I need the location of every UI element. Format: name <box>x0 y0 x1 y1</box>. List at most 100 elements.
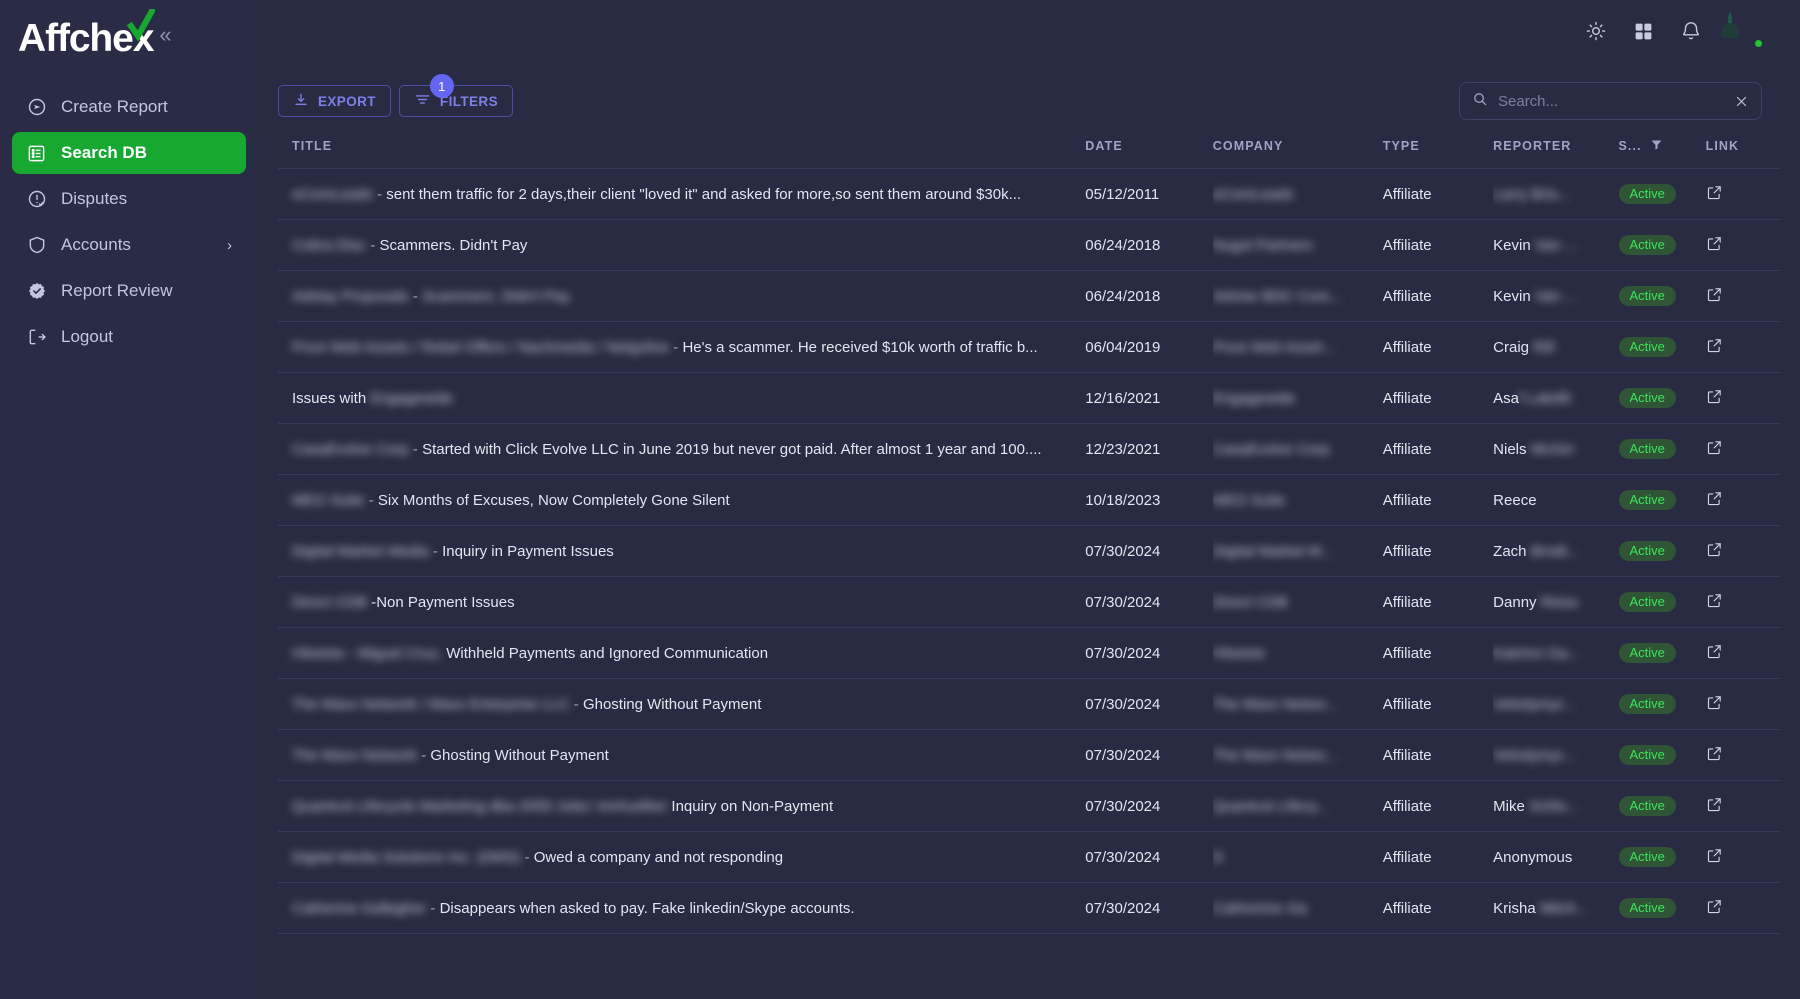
table-row[interactable]: The Maxx Network - Ghosting Without Paym… <box>278 729 1780 781</box>
cell-link[interactable] <box>1706 169 1780 220</box>
cell-title[interactable]: eComLeads - sent them traffic for 2 days… <box>278 169 1085 220</box>
column-header-reporter[interactable]: REPORTER <box>1493 138 1618 169</box>
cell-title[interactable]: Digital Media Solutions Inc. (DMS) - Owe… <box>278 832 1085 883</box>
column-header-company[interactable]: COMPANY <box>1213 138 1383 169</box>
cell-company: Direct CDB <box>1213 577 1383 628</box>
cell-title[interactable]: Direct CDB -Non Payment Issues <box>278 577 1085 628</box>
external-link-icon[interactable] <box>1706 796 1723 813</box>
column-header-date[interactable]: DATE <box>1085 138 1212 169</box>
external-link-icon[interactable] <box>1706 847 1723 864</box>
sidebar-item-report-review[interactable]: Report Review <box>12 270 246 312</box>
cell-link[interactable] <box>1706 883 1780 934</box>
cell-status: Active <box>1618 322 1706 373</box>
cell-link[interactable] <box>1706 424 1780 475</box>
table-row[interactable]: Issues with Engagewide 12/16/2021 Engagewi… <box>278 372 1780 424</box>
external-link-icon[interactable] <box>1706 235 1723 252</box>
filter-funnel-icon[interactable] <box>1650 138 1663 154</box>
table-row[interactable]: Digital Media Solutions Inc. (DMS) - Owe… <box>278 831 1780 883</box>
external-link-icon[interactable] <box>1706 898 1723 915</box>
search-input[interactable] <box>1498 92 1724 110</box>
cell-status: Active <box>1618 628 1706 679</box>
table-row[interactable]: Catherine Gallagher - Disappears when as… <box>278 882 1780 934</box>
external-link-icon[interactable] <box>1706 490 1723 507</box>
search-box[interactable] <box>1459 82 1762 120</box>
cell-title[interactable]: Issues with Engagewide <box>278 373 1085 424</box>
external-link-icon[interactable] <box>1706 745 1723 762</box>
sidebar-item-search-db[interactable]: Search DB <box>12 132 246 174</box>
table-row[interactable]: Digital Market Media - Inquiry in Paymen… <box>278 525 1780 577</box>
grid-apps-icon[interactable] <box>1633 21 1654 42</box>
filters-button[interactable]: 1 FILTERS <box>398 74 513 117</box>
external-link-icon[interactable] <box>1706 439 1723 456</box>
sidebar-item-logout[interactable]: Logout <box>12 316 246 358</box>
cell-title[interactable]: Adstay Proposals - Scammers. Didn't Pay <box>278 271 1085 322</box>
external-link-icon[interactable] <box>1706 337 1723 354</box>
table-row[interactable]: Hitwisto - Miguel Cruz, Withheld Payment… <box>278 627 1780 679</box>
cell-link[interactable] <box>1706 679 1780 730</box>
brightness-icon[interactable] <box>1585 20 1607 42</box>
cell-company: The Maxx Netwo... <box>1213 679 1383 730</box>
status-badge: Active <box>1618 388 1676 408</box>
cell-title[interactable]: Digital Market Media - Inquiry in Paymen… <box>278 526 1085 577</box>
table-row[interactable]: Quantcot Lifecycle Marketing dba 2050 Ju… <box>278 780 1780 832</box>
table-row[interactable]: Proxi Web Assets / Rebel Offers / Nachme… <box>278 321 1780 373</box>
export-button[interactable]: EXPORT <box>278 85 391 117</box>
chevron-right-icon[interactable]: › <box>227 237 232 254</box>
cell-link[interactable] <box>1706 526 1780 577</box>
cell-type: Affiliate <box>1382 236 1432 254</box>
sidebar-item-disputes[interactable]: Disputes <box>12 178 246 220</box>
table-row[interactable]: The Maxx Network / Maxx Enterprise LLC -… <box>278 678 1780 730</box>
cell-title[interactable]: Proxi Web Assets / Rebel Offers / Nachme… <box>278 322 1085 373</box>
sidebar-item-accounts[interactable]: Accounts › <box>12 224 246 266</box>
external-link-icon[interactable] <box>1706 388 1723 405</box>
row-reporter-redacted: Katrinci Ga... <box>1493 644 1580 662</box>
cell-link[interactable] <box>1706 220 1780 271</box>
cell-link[interactable] <box>1706 730 1780 781</box>
column-header-status-label: S... <box>1618 139 1642 153</box>
cell-title[interactable]: MEO Suite - Six Months of Excuses, Now C… <box>278 475 1085 526</box>
external-link-icon[interactable] <box>1706 592 1723 609</box>
cell-reporter: Reece <box>1493 475 1618 526</box>
external-link-icon[interactable] <box>1706 694 1723 711</box>
cell-link[interactable] <box>1706 475 1780 526</box>
column-header-type[interactable]: TYPE <box>1383 138 1493 169</box>
row-title-redacted-company: Quantcot Lifecycle Marketing dba 2050 Ju… <box>292 797 668 815</box>
cell-status: Active <box>1618 271 1706 322</box>
chevrons-left-icon[interactable]: « <box>159 24 171 54</box>
table-row[interactable]: CasaEvolve Corp - Started with Click Evo… <box>278 423 1780 475</box>
avatar[interactable] <box>1728 12 1764 49</box>
cell-link[interactable] <box>1706 271 1780 322</box>
table-row[interactable]: Direct CDB -Non Payment Issues 07/30/2024… <box>278 576 1780 628</box>
cell-link[interactable] <box>1706 322 1780 373</box>
cell-link[interactable] <box>1706 577 1780 628</box>
cell-title[interactable]: Hitwisto - Miguel Cruz, Withheld Payment… <box>278 628 1085 679</box>
table-row[interactable]: MEO Suite - Six Months of Excuses, Now C… <box>278 474 1780 526</box>
bell-icon[interactable] <box>1680 20 1702 42</box>
cell-title[interactable]: Catherine Gallagher - Disappears when as… <box>278 883 1085 934</box>
cell-title[interactable]: The Maxx Network - Ghosting Without Paym… <box>278 730 1085 781</box>
external-link-icon[interactable] <box>1706 643 1723 660</box>
row-company-redacted: D <box>1212 848 1224 866</box>
table-row[interactable]: Cobra Disc - Scammers. Didn't Pay 06/24/2… <box>278 219 1780 271</box>
cell-title[interactable]: CasaEvolve Corp - Started with Click Evo… <box>278 424 1085 475</box>
sidebar-item-create-report[interactable]: Create Report <box>12 86 246 128</box>
column-header-status[interactable]: S... <box>1619 138 1706 169</box>
table-row[interactable]: Adstay Proposals - Scammers. Didn't Pay 0… <box>278 270 1780 322</box>
cell-title[interactable]: The Maxx Network / Maxx Enterprise LLC -… <box>278 679 1085 730</box>
cell-link[interactable] <box>1706 781 1780 832</box>
cell-link[interactable] <box>1706 832 1780 883</box>
external-link-icon[interactable] <box>1706 286 1723 303</box>
external-link-icon[interactable] <box>1706 541 1723 558</box>
external-link-icon[interactable] <box>1706 184 1723 201</box>
status-badge: Active <box>1618 592 1676 612</box>
cell-title[interactable]: Cobra Disc - Scammers. Didn't Pay <box>278 220 1085 271</box>
table-row[interactable]: eComLeads - sent them traffic for 2 days… <box>278 168 1780 220</box>
cell-link[interactable] <box>1706 628 1780 679</box>
cell-title[interactable]: Quantcot Lifecycle Marketing dba 2050 Ju… <box>278 781 1085 832</box>
close-icon[interactable] <box>1734 94 1749 109</box>
column-header-title[interactable]: TITLE <box>278 138 1085 169</box>
row-company-redacted: Proxi Web Asset... <box>1212 338 1336 356</box>
column-header-link[interactable]: LINK <box>1706 138 1780 169</box>
cell-date: 07/30/2024 <box>1085 593 1161 611</box>
cell-link[interactable] <box>1706 373 1780 424</box>
